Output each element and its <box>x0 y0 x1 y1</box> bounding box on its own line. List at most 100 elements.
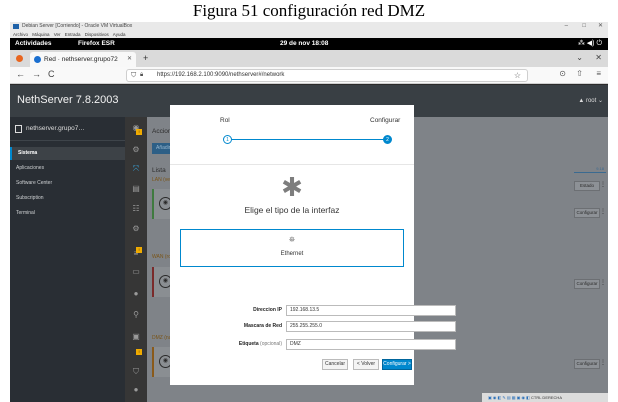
traffic-value: 9.18 <box>596 166 604 171</box>
firefox-icon <box>16 55 23 62</box>
wizard-progress-line <box>227 139 387 140</box>
minimize-button[interactable]: – <box>565 22 568 31</box>
forward-button[interactable]: → <box>32 69 41 79</box>
lock-icon[interactable]: 🔒︎ <box>140 70 143 81</box>
browser-navbar: ← → C ⛉ 🔒︎ https://192.168.2.100:9090/ne… <box>10 67 608 84</box>
disk-icon[interactable]: ▭ <box>131 267 141 277</box>
tag-input[interactable]: DMZ <box>286 339 456 350</box>
step-configurar-label: Configurar <box>370 117 401 124</box>
virtualbox-icon <box>13 24 19 29</box>
cancel-button[interactable]: Cancelar <box>322 359 348 370</box>
network-icon[interactable]: ⤧ <box>131 164 141 174</box>
settings-icon[interactable]: ⚙ <box>131 224 141 234</box>
activities-button[interactable]: Actividades <box>15 38 52 50</box>
kebab-icon[interactable]: ⋮ <box>600 181 606 188</box>
host-selector[interactable]: nethserver.grupo7… <box>10 117 125 141</box>
sidebar-item-software-center[interactable]: Software Center <box>10 177 125 190</box>
back-button[interactable]: ← <box>16 69 25 79</box>
sidebar-item-aplicaciones[interactable]: Aplicaciones <box>10 162 125 175</box>
netmask-input[interactable]: 255.255.255.0 <box>286 321 456 332</box>
vbox-titlebar: Debian Server [Corriendo] - Oracle VM Vi… <box>10 22 608 31</box>
shield-strip-icon[interactable]: ⛉ <box>131 367 141 377</box>
url-text[interactable]: https://192.168.2.100:9090/nethserver#/n… <box>157 72 284 78</box>
host-key-label: CTRL DERECHA <box>531 395 562 400</box>
new-tab-button[interactable]: + <box>143 53 148 63</box>
configure-lan-button[interactable]: Configurar <box>574 208 600 218</box>
server-icon <box>15 125 22 133</box>
brand-title: NethServer 7.8.2003 <box>17 94 119 106</box>
services-icon[interactable]: ☷ <box>131 204 141 214</box>
gear-icon[interactable]: ⚙ <box>131 145 141 155</box>
configure-button[interactable]: Configurar > <box>382 359 412 370</box>
gnome-top-bar: Actividades Firefox ESR 29 de nov 18:08 … <box>10 38 608 50</box>
configure-dmz-button[interactable]: Configurar <box>574 359 600 369</box>
list-heading: Lista <box>152 167 166 174</box>
kebab-icon[interactable]: ⋮ <box>600 359 606 366</box>
alert-badge: ! <box>136 129 142 135</box>
ip-address-label: Direccion IP <box>253 307 282 313</box>
certificate-icon[interactable]: ▣ <box>131 332 141 342</box>
user-menu[interactable]: ▲ root ⌄ <box>578 97 603 104</box>
favicon-icon <box>34 56 41 63</box>
vbox-device-icons[interactable]: ▣ ◉ ◧ ✎ ▤ ▦ ▣ ◉ ◧ <box>488 395 531 400</box>
backup-icon[interactable]: ● <box>131 289 141 299</box>
vbox-window-title: Debian Server [Corriendo] - Oracle VM Vi… <box>22 23 133 29</box>
sidebar-item-subscription[interactable]: Subscription <box>10 192 125 205</box>
step-1-circle[interactable]: 1 <box>223 135 232 144</box>
reload-button[interactable]: C <box>48 69 55 79</box>
netmask-label: Mascara de Red <box>243 323 282 329</box>
ethernet-option-card[interactable]: ⛯ Ethernet <box>180 229 404 267</box>
hamburger-menu-icon[interactable]: ≡ <box>596 69 601 78</box>
close-window-button[interactable]: ✕ <box>598 22 603 31</box>
pocket-icon[interactable]: ⊙ <box>559 69 566 78</box>
system-tray[interactable]: ⁂ ◀) ⏻ <box>578 38 602 50</box>
wizard-steps: Rol Configurar 1 2 <box>170 105 414 165</box>
maximize-button[interactable]: □ <box>582 22 586 31</box>
ethernet-label: Ethernet <box>280 251 304 257</box>
tab-close-icon[interactable]: ✕ <box>127 52 132 67</box>
ip-address-row: Direccion IP 192.168.13.5 <box>170 305 456 317</box>
host-name: nethserver.grupo7… <box>26 125 85 132</box>
sidebar: nethserver.grupo7… Sistema Aplicaciones … <box>10 117 125 402</box>
shield-icon[interactable]: ⛉ <box>131 70 136 81</box>
kebab-icon[interactable]: ⋮ <box>600 279 606 286</box>
back-button[interactable]: < Volver <box>353 359 379 370</box>
configure-interface-modal: Rol Configurar 1 2 ✱ Elige el tipo de la… <box>170 105 456 385</box>
url-bar[interactable]: ⛉ 🔒︎ https://192.168.2.100:9090/nethserv… <box>126 69 528 82</box>
tag-label: Etiqueta (opcional) <box>239 341 282 347</box>
alert-badge-3: ! <box>136 349 142 355</box>
kebab-icon[interactable]: ⋮ <box>600 208 606 215</box>
tab-title: Red · nethserver.grupo72 <box>44 56 118 63</box>
optional-hint: (opcional) <box>260 341 282 347</box>
estado-button[interactable]: Estado <box>574 181 600 191</box>
asterisk-icon: ✱ <box>281 172 303 202</box>
ethernet-icon: ⛯ <box>288 235 296 244</box>
list-tabs-button[interactable]: ⌄ <box>576 53 583 62</box>
vbox-menubar[interactable]: Archivo Máquina Ver Entrada Dispositivos… <box>10 31 608 38</box>
module-icon-strip: ◉ ! ⚙ ⤧ ▤ ☷ ⚙ ≡ ! ▭ ● ⚲ ▣ ! ⛉ ● <box>125 117 147 402</box>
interface-type-heading: Elige el tipo de la interfaz <box>244 205 340 215</box>
browser-tabbar: Red · nethserver.grupo72 ✕ + ⌄ ✕ <box>10 50 608 67</box>
bookmark-star-icon[interactable]: ☆ <box>514 70 521 81</box>
tag-label-text: Etiqueta <box>238 341 259 347</box>
sidebar-item-sistema[interactable]: Sistema <box>10 147 125 160</box>
users-icon[interactable]: ⚲ <box>131 310 141 320</box>
clock[interactable]: 29 de nov 18:08 <box>280 38 328 50</box>
ip-address-input[interactable]: 192.168.13.5 <box>286 305 456 316</box>
sidebar-item-terminal[interactable]: Terminal <box>10 207 125 220</box>
power-icon[interactable]: ● <box>131 385 141 395</box>
traffic-panel: 9.18 <box>574 145 606 173</box>
vbox-status-bar: ▣ ◉ ◧ ✎ ▤ ▦ ▣ ◉ ◧ CTRL DERECHA <box>482 393 608 402</box>
storage-icon[interactable]: ▤ <box>131 184 141 194</box>
browser-close-button[interactable]: ✕ <box>595 53 602 62</box>
app-menu-firefox[interactable]: Firefox ESR <box>78 38 115 50</box>
netmask-row: Mascara de Red 255.255.255.0 <box>170 321 456 333</box>
browser-tab-active[interactable]: Red · nethserver.grupo72 ✕ <box>30 52 136 67</box>
alert-badge-2: ! <box>136 247 142 253</box>
figure-caption: Figura 51 configuración red DMZ <box>192 1 426 20</box>
tag-row: Etiqueta (opcional) DMZ <box>170 339 456 351</box>
extensions-icon[interactable]: ⇧ <box>576 69 583 78</box>
step-rol-label: Rol <box>220 117 230 124</box>
step-2-circle: 2 <box>383 135 392 144</box>
configure-wan-button[interactable]: Configurar <box>574 279 600 289</box>
